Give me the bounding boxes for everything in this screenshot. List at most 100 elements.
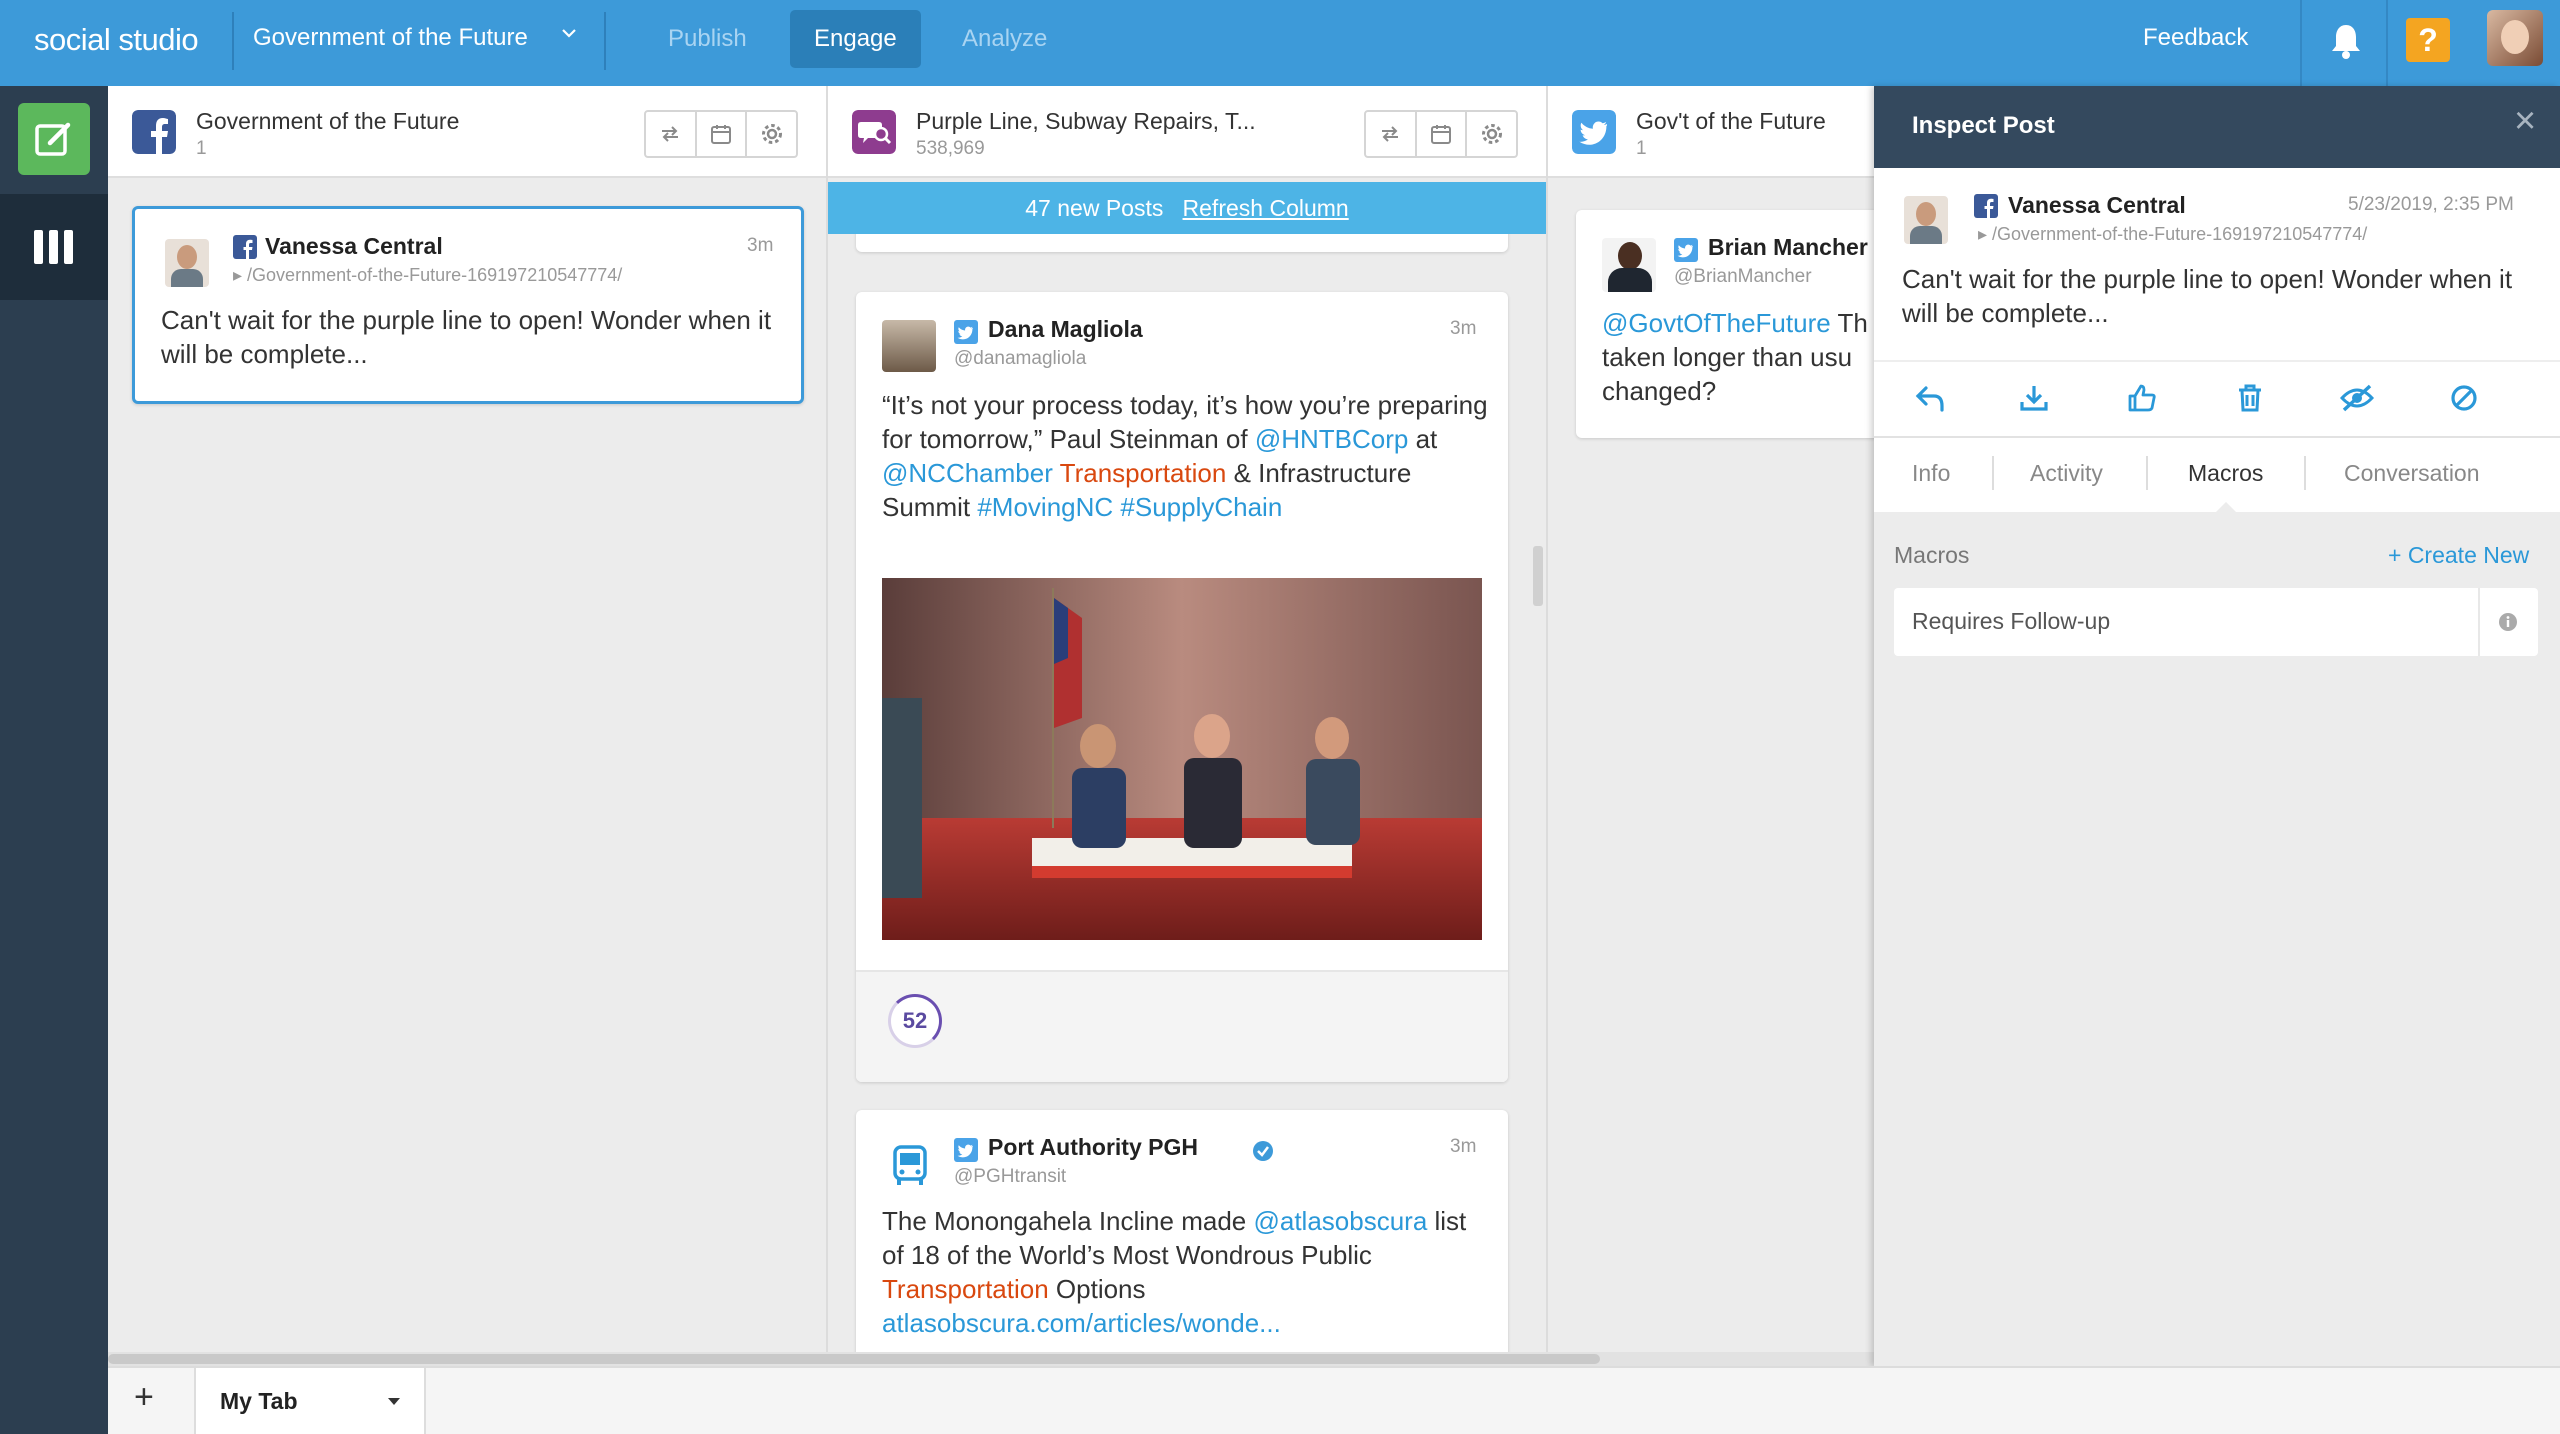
author-name[interactable]: Brian Mancher <box>1708 234 1868 261</box>
author-name[interactable]: Port Authority PGH <box>988 1134 1198 1161</box>
workspace-selector[interactable]: Government of the Future <box>253 24 528 52</box>
user-avatar[interactable] <box>2487 10 2543 66</box>
column-count: 1 <box>196 138 207 159</box>
feedback-link[interactable]: Feedback <box>2143 24 2248 52</box>
divider <box>2304 456 2306 490</box>
keyword-highlight: Transportation <box>1059 458 1227 488</box>
author-handle[interactable]: @BrianMancher <box>1674 266 1812 288</box>
caret-down-icon[interactable] <box>386 1396 402 1408</box>
calendar-icon <box>711 125 731 144</box>
nav-engage[interactable]: Engage <box>790 10 921 68</box>
bus-icon <box>893 1145 927 1185</box>
search-topic-icon <box>852 110 896 154</box>
refresh-column-link[interactable]: Refresh Column <box>1183 195 1349 221</box>
post-card[interactable]: Brian Mancher @BrianMancher @GovtOfTheFu… <box>1576 210 1874 438</box>
gear-icon <box>761 124 782 144</box>
add-tab-button[interactable]: + <box>134 1378 154 1417</box>
nav-analyze[interactable]: Analyze <box>938 10 1071 68</box>
nav-publish[interactable]: Publish <box>644 10 771 68</box>
post-card[interactable]: Vanessa Central 3m ▸ /Government-of-the-… <box>132 206 804 404</box>
tab-info[interactable]: Info <box>1912 460 1950 487</box>
mention-link[interactable]: @NCChamber <box>882 458 1053 488</box>
refresh-button[interactable] <box>646 112 697 156</box>
tab-label: My Tab <box>220 1388 298 1414</box>
author-name[interactable]: Vanessa Central <box>2008 192 2186 219</box>
hashtag-link[interactable]: #MovingNC <box>977 492 1113 522</box>
post-image[interactable] <box>882 578 1482 940</box>
twitter-icon <box>954 320 978 344</box>
compose-button[interactable] <box>18 103 90 175</box>
author-handle[interactable]: @danamagliola <box>954 348 1086 370</box>
column-header: Gov't of the Future 1 <box>1548 86 1874 178</box>
author-handle[interactable]: @PGHtransit <box>954 1166 1066 1188</box>
column-resize-handle[interactable] <box>1533 546 1543 606</box>
avatar <box>1602 238 1656 292</box>
columns-view-button[interactable] <box>0 194 108 300</box>
schedule-button[interactable] <box>697 112 748 156</box>
reply-icon[interactable] <box>1914 384 1946 414</box>
column-actions <box>644 110 798 158</box>
hide-icon[interactable] <box>2340 384 2374 412</box>
twitter-icon <box>1674 238 1698 262</box>
divider <box>232 12 234 70</box>
download-icon[interactable] <box>2018 382 2050 414</box>
chevron-down-icon[interactable] <box>558 22 580 44</box>
scrollbar-thumb[interactable] <box>108 1354 1600 1364</box>
post-text: “It’s not your process today, it’s how y… <box>882 388 1492 524</box>
info-icon[interactable] <box>2498 612 2518 632</box>
columns-icon <box>34 230 73 264</box>
sentiment-score[interactable]: 52 <box>888 994 942 1048</box>
close-icon[interactable]: × <box>2514 100 2536 143</box>
refresh-button[interactable] <box>1366 112 1417 156</box>
text-segment: changed? <box>1602 376 1717 406</box>
tab-my-tab[interactable]: My Tab <box>194 1368 426 1434</box>
tab-activity[interactable]: Activity <box>2030 460 2103 487</box>
text-segment: taken longer than usu <box>1602 342 1853 372</box>
facebook-icon <box>1974 194 1998 218</box>
post-card[interactable]: Port Authority PGH @PGHtransit 3m The Mo… <box>856 1110 1508 1352</box>
page-path-text: /Government-of-the-Future-16919721054777… <box>247 265 623 285</box>
page-path: ▸ /Government-of-the-Future-169197210547… <box>233 265 623 285</box>
schedule-button[interactable] <box>1417 112 1468 156</box>
gear-icon <box>1481 124 1502 144</box>
twitter-icon <box>954 1138 978 1162</box>
page-path-text: /Government-of-the-Future-16919721054777… <box>1992 224 2368 244</box>
help-button[interactable]: ? <box>2406 18 2450 62</box>
refresh-icon <box>662 126 679 142</box>
tab-macros[interactable]: Macros <box>2188 460 2263 487</box>
mention-link[interactable]: @atlasobscura <box>1253 1206 1427 1236</box>
post-actions <box>1874 362 2560 436</box>
brand-logo[interactable]: social studio <box>34 22 199 58</box>
like-icon[interactable] <box>2126 382 2158 414</box>
create-new-macro-link[interactable]: + Create New <box>2388 542 2529 569</box>
mention-link[interactable]: @HNTBCorp <box>1255 424 1409 454</box>
post-card[interactable]: Dana Magliola @danamagliola 3m “It’s not… <box>856 292 1508 1082</box>
mention-link[interactable]: @GovtOfTheFuture <box>1602 308 1831 338</box>
hashtag-link[interactable]: #SupplyChain <box>1120 492 1282 522</box>
twitter-icon <box>1572 110 1616 154</box>
horizontal-scrollbar[interactable] <box>108 1352 1874 1366</box>
block-icon[interactable] <box>2448 382 2480 414</box>
author-name[interactable]: Vanessa Central <box>265 233 443 260</box>
post-time: 3m <box>1450 1136 1477 1157</box>
post-time: 3m <box>1450 318 1477 339</box>
macro-item[interactable]: Requires Follow-up <box>1894 588 2538 656</box>
settings-button[interactable] <box>1467 112 1516 156</box>
url-link[interactable]: atlasobscura.com/articles/wonde... <box>882 1308 1281 1338</box>
author-name[interactable]: Dana Magliola <box>988 316 1143 343</box>
post-text: @GovtOfTheFuture Th taken longer than usu… <box>1602 306 1874 408</box>
column-title: Gov't of the Future <box>1636 108 1826 134</box>
column-topic: Purple Line, Subway Repairs, T... 538,96… <box>828 86 1548 1352</box>
text-segment <box>1053 458 1060 488</box>
text-segment: Th <box>1830 308 1868 338</box>
facebook-icon <box>233 235 257 259</box>
bell-icon <box>2332 25 2360 59</box>
trash-icon[interactable] <box>2234 382 2266 414</box>
macro-item-label: Requires Follow-up <box>1912 608 2111 634</box>
inspect-title: Inspect Post <box>1912 112 2055 139</box>
tab-conversation[interactable]: Conversation <box>2344 460 2480 487</box>
notifications-button[interactable] <box>2300 0 2388 86</box>
bottom-tab-bar: + My Tab <box>108 1366 2560 1434</box>
settings-button[interactable] <box>747 112 796 156</box>
facebook-icon <box>132 110 176 154</box>
